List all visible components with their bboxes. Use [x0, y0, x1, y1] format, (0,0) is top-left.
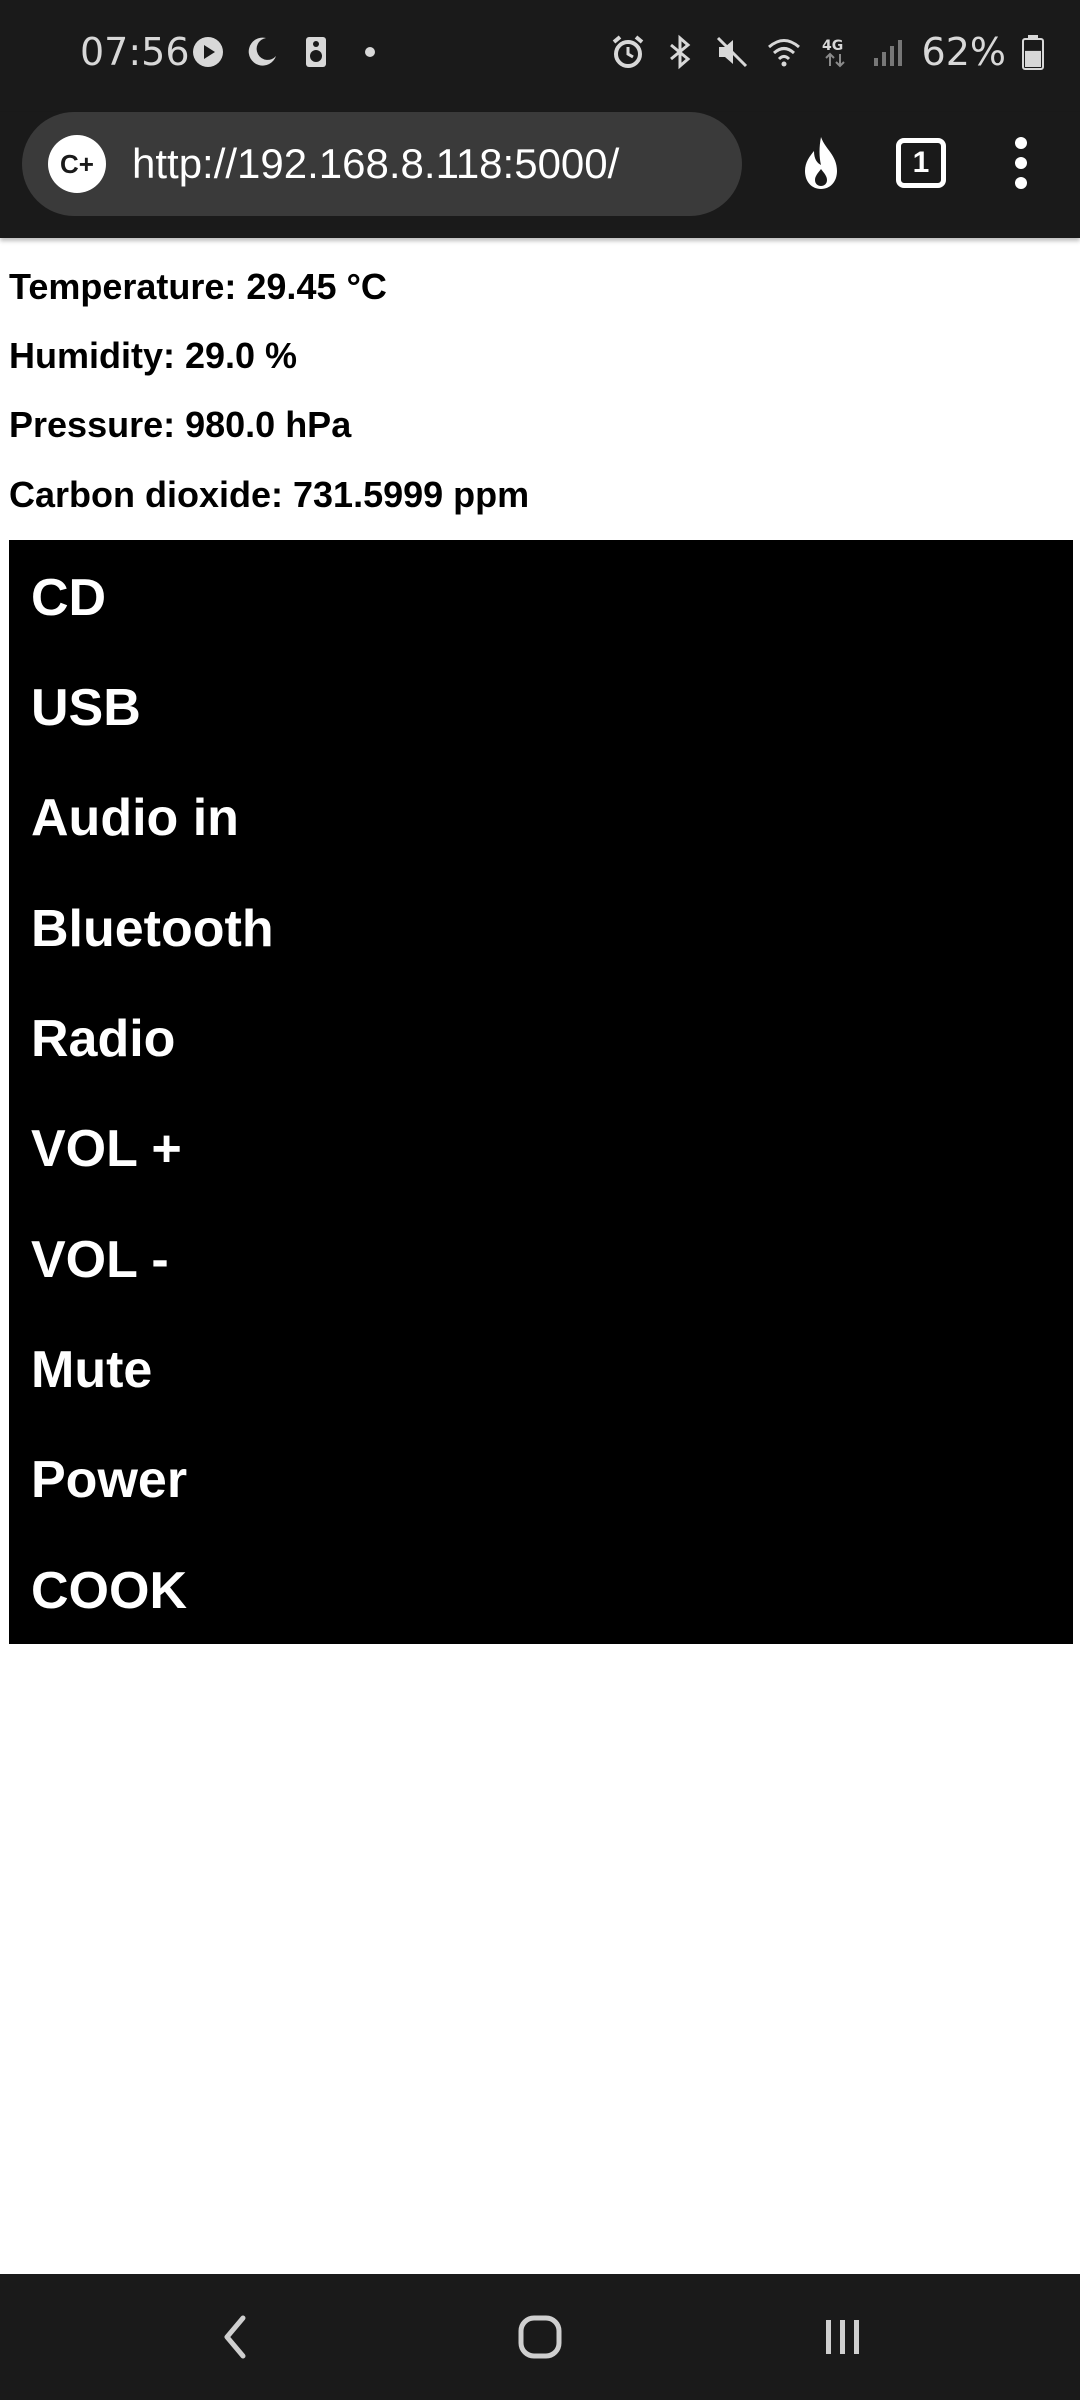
recents-icon[interactable]	[808, 2304, 878, 2370]
site-info-icon[interactable]: C+	[48, 135, 106, 193]
status-right-icons: 4G 62%	[610, 30, 1044, 74]
moon-icon	[244, 34, 280, 70]
browser-toolbar: C+ http://192.168.8.118:5000/ 1	[0, 112, 1080, 238]
flame-icon[interactable]	[788, 130, 854, 196]
speaker-icon	[298, 34, 334, 70]
play-circle-icon	[190, 34, 226, 70]
battery-percent: 62%	[921, 30, 1006, 74]
vol-up-button[interactable]: VOL +	[9, 1091, 1073, 1201]
tabs-button[interactable]: 1	[888, 130, 954, 196]
bluetooth-button[interactable]: Bluetooth	[9, 871, 1073, 981]
radio-button[interactable]: Radio	[9, 981, 1073, 1091]
status-bar: 07:56 4G 62%	[0, 0, 1080, 112]
network-label: 4G	[822, 38, 843, 54]
more-vert-icon[interactable]	[988, 130, 1054, 196]
tabs-icon: 1	[896, 138, 946, 188]
temperature-reading: Temperature: 29.45 °C	[9, 266, 387, 307]
mute-icon	[714, 34, 750, 70]
4g-icon: 4G	[818, 34, 854, 70]
cd-button[interactable]: CD	[9, 540, 1073, 650]
status-left-icons	[190, 34, 388, 70]
pressure-reading: Pressure: 980.0 hPa	[9, 404, 352, 445]
back-icon[interactable]	[200, 2304, 270, 2370]
co2-reading: Carbon dioxide: 731.5999 ppm	[9, 474, 530, 515]
usb-button[interactable]: USB	[9, 650, 1073, 760]
url-text[interactable]: http://192.168.8.118:5000/	[132, 140, 619, 188]
cook-button[interactable]: COOK	[9, 1533, 1073, 1643]
system-nav-bar	[0, 2274, 1080, 2400]
humidity-reading: Humidity: 29.0 %	[9, 335, 298, 376]
status-time: 07:56	[80, 30, 190, 74]
signal-icon	[870, 34, 906, 70]
battery-icon	[1022, 34, 1044, 70]
power-button[interactable]: Power	[9, 1422, 1073, 1532]
alarm-icon	[610, 34, 646, 70]
dot-icon	[352, 34, 388, 70]
vol-down-button[interactable]: VOL -	[9, 1202, 1073, 1312]
wifi-icon	[766, 34, 802, 70]
bluetooth-icon	[662, 34, 698, 70]
mute-button[interactable]: Mute	[9, 1312, 1073, 1422]
home-icon[interactable]	[505, 2304, 575, 2370]
address-bar[interactable]: C+ http://192.168.8.118:5000/	[22, 112, 742, 216]
tab-count: 1	[912, 146, 930, 179]
control-panel: CD USB Audio in Bluetooth Radio VOL + VO…	[9, 540, 1073, 1644]
audio-in-button[interactable]: Audio in	[9, 760, 1073, 870]
